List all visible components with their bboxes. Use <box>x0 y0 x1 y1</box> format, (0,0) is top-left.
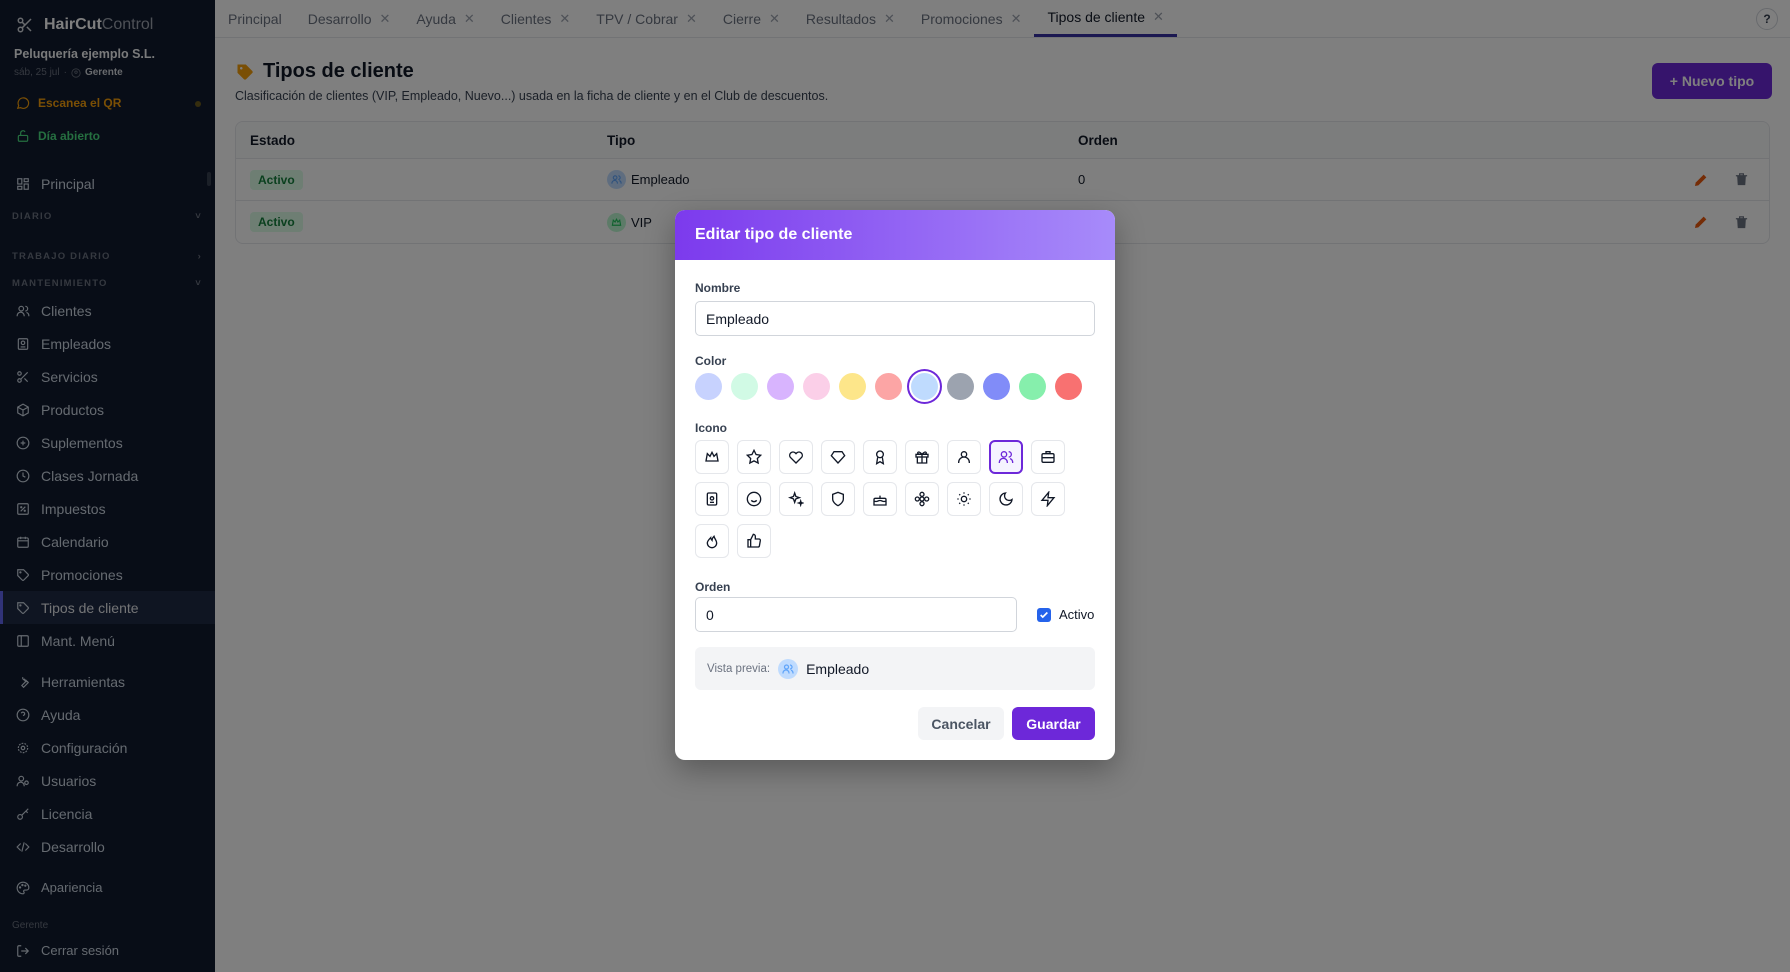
color-picker <box>695 373 1082 400</box>
crown-icon <box>704 449 720 465</box>
preview-label: Vista previa: <box>707 662 771 675</box>
edit-client-type-dialog: Editar tipo de cliente Nombre Empleado C… <box>675 210 1115 760</box>
icon-option-sun[interactable] <box>947 482 981 516</box>
color-swatch-indigo[interactable] <box>983 373 1010 400</box>
preview-box: Vista previa: Empleado <box>695 647 1095 690</box>
star-icon <box>746 449 762 465</box>
name-label: Nombre <box>695 281 741 295</box>
color-swatch-lavender[interactable] <box>695 373 722 400</box>
diamond-icon <box>830 449 846 465</box>
award-icon <box>872 449 888 465</box>
active-checkbox[interactable]: Activo <box>1037 607 1094 622</box>
save-button[interactable]: Guardar <box>1012 707 1095 740</box>
icon-option-user[interactable] <box>947 440 981 474</box>
color-swatch-salmon[interactable] <box>875 373 902 400</box>
zap-icon <box>1040 491 1056 507</box>
icon-option-shield[interactable] <box>821 482 855 516</box>
dialog-title: Editar tipo de cliente <box>675 210 1115 260</box>
flower-icon <box>914 491 930 507</box>
color-swatch-gray[interactable] <box>947 373 974 400</box>
heart-icon <box>788 449 804 465</box>
icon-option-diamond[interactable] <box>821 440 855 474</box>
icon-option-star[interactable] <box>737 440 771 474</box>
icon-option-award[interactable] <box>863 440 897 474</box>
sparkles-icon <box>788 491 804 507</box>
color-swatch-pink[interactable] <box>803 373 830 400</box>
color-swatch-green[interactable] <box>1019 373 1046 400</box>
users-icon <box>778 658 799 679</box>
icon-option-gift[interactable] <box>905 440 939 474</box>
active-label: Activo <box>1059 607 1095 622</box>
thumbs-up-icon <box>746 533 762 549</box>
icon-option-thumbs-up[interactable] <box>737 524 771 558</box>
color-swatch-red[interactable] <box>1055 373 1082 400</box>
icon-option-cake[interactable] <box>863 482 897 516</box>
smile-icon <box>746 491 762 507</box>
color-swatch-mint[interactable] <box>731 373 758 400</box>
color-swatch-yellow[interactable] <box>839 373 866 400</box>
color-swatch-purple[interactable] <box>767 373 794 400</box>
icon-label: Icono <box>695 421 727 435</box>
flame-icon <box>704 533 720 549</box>
icon-option-sparkles[interactable] <box>779 482 813 516</box>
icon-option-badge[interactable] <box>695 482 729 516</box>
icon-option-heart[interactable] <box>779 440 813 474</box>
icon-option-flame[interactable] <box>695 524 729 558</box>
icon-option-crown[interactable] <box>695 440 729 474</box>
name-input[interactable]: Empleado <box>695 301 1095 336</box>
icon-option-briefcase[interactable] <box>1031 440 1065 474</box>
sun-icon <box>956 491 972 507</box>
preview-name: Empleado <box>806 660 870 677</box>
icon-option-zap[interactable] <box>1031 482 1065 516</box>
gift-icon <box>914 449 930 465</box>
icon-option-moon[interactable] <box>989 482 1023 516</box>
briefcase-icon <box>1040 449 1056 465</box>
icon-option-flower[interactable] <box>905 482 939 516</box>
shield-icon <box>830 491 846 507</box>
color-swatch-light-blue[interactable] <box>911 373 938 400</box>
badge-icon <box>704 491 720 507</box>
moon-icon <box>998 491 1014 507</box>
icon-option-smile[interactable] <box>737 482 771 516</box>
check-icon[interactable] <box>1037 607 1051 622</box>
icon-picker <box>695 440 1075 558</box>
color-label: Color <box>695 354 727 368</box>
cake-icon <box>872 491 888 507</box>
cancel-button[interactable]: Cancelar <box>918 707 1004 740</box>
user-icon <box>956 449 972 465</box>
icon-option-users[interactable] <box>989 440 1023 474</box>
order-label: Orden <box>695 580 731 594</box>
users-icon <box>998 449 1014 465</box>
order-input[interactable]: 0 <box>695 597 1017 632</box>
